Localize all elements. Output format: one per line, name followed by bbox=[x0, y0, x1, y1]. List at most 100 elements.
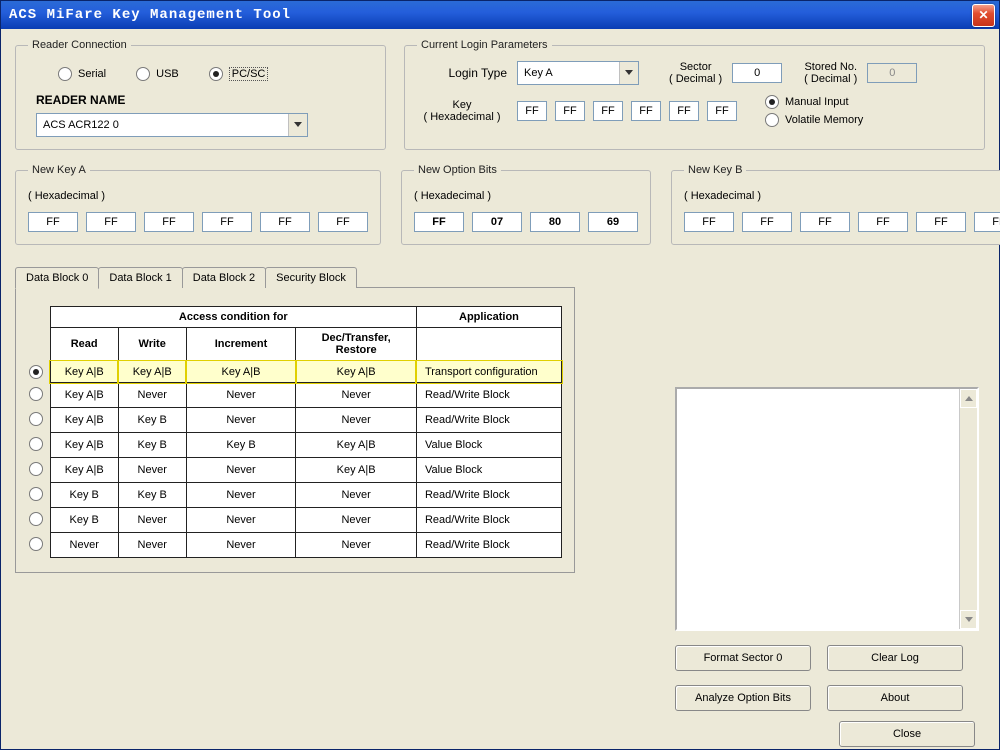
login-key-bytes bbox=[517, 101, 737, 121]
tab-data-block-0[interactable]: Data Block 0 bbox=[15, 267, 99, 289]
tab-panel: Access condition for Application Read Wr… bbox=[15, 287, 575, 573]
nob-1[interactable] bbox=[472, 212, 522, 232]
nka-4[interactable] bbox=[260, 212, 310, 232]
access-cell: Never bbox=[296, 383, 417, 408]
access-row: Key A|BKey A|BKey A|BKey A|BTransport co… bbox=[28, 361, 562, 383]
tab-data-block-1[interactable]: Data Block 1 bbox=[98, 267, 182, 288]
access-cell: Key B bbox=[118, 408, 186, 433]
chevron-down-icon bbox=[619, 62, 638, 84]
access-cell: Key B bbox=[50, 508, 118, 533]
nkb-3[interactable] bbox=[858, 212, 908, 232]
reader-name-label: READER NAME bbox=[36, 93, 373, 107]
radio-manual-input[interactable]: Manual Input bbox=[765, 95, 863, 109]
access-cell: Value Block bbox=[416, 433, 561, 458]
new-key-b-group: New Key B ( Hexadecimal ) bbox=[671, 164, 1000, 245]
window-close-button[interactable]: ✕ bbox=[972, 4, 995, 27]
access-cell: Key B bbox=[186, 433, 296, 458]
reader-name-combo[interactable]: ACS ACR122 0 bbox=[36, 113, 308, 137]
tab-security-block[interactable]: Security Block bbox=[265, 267, 357, 288]
access-row: Key A|BKey BNeverNeverRead/Write Block bbox=[28, 408, 562, 433]
access-cell: Never bbox=[186, 508, 296, 533]
nob-2[interactable] bbox=[530, 212, 580, 232]
analyze-option-bits-button[interactable]: Analyze Option Bits bbox=[675, 685, 811, 711]
access-cell: Key B bbox=[50, 483, 118, 508]
access-row-radio[interactable] bbox=[28, 508, 50, 533]
access-cell: Key A|B bbox=[50, 458, 118, 483]
key-byte-5[interactable] bbox=[707, 101, 737, 121]
access-row: Key A|BNeverNeverNeverRead/Write Block bbox=[28, 383, 562, 408]
access-cell: Never bbox=[186, 533, 296, 558]
scrollbar[interactable] bbox=[959, 389, 977, 629]
access-cell: Never bbox=[118, 533, 186, 558]
key-byte-0[interactable] bbox=[517, 101, 547, 121]
reader-connection-group: Reader Connection Serial USB PC/SC READE… bbox=[15, 39, 386, 150]
access-row-radio[interactable] bbox=[28, 483, 50, 508]
access-cell: Key B bbox=[118, 433, 186, 458]
nkb-1[interactable] bbox=[742, 212, 792, 232]
access-cell: Key A|B bbox=[296, 361, 417, 383]
access-cell: Never bbox=[118, 508, 186, 533]
access-cell: Key A|B bbox=[186, 361, 296, 383]
scroll-down-icon[interactable] bbox=[960, 610, 977, 629]
format-sector-button[interactable]: Format Sector 0 bbox=[675, 645, 811, 671]
access-cell: Read/Write Block bbox=[416, 408, 561, 433]
access-cell: Read/Write Block bbox=[416, 383, 561, 408]
access-cell: Read/Write Block bbox=[416, 533, 561, 558]
client-area: Reader Connection Serial USB PC/SC READE… bbox=[1, 29, 999, 749]
titlebar: ACS MiFare Key Management Tool ✕ bbox=[1, 1, 999, 29]
scroll-up-icon[interactable] bbox=[960, 389, 977, 408]
access-row: Key BKey BNeverNeverRead/Write Block bbox=[28, 483, 562, 508]
nkb-4[interactable] bbox=[916, 212, 966, 232]
close-icon: ✕ bbox=[978, 8, 988, 22]
nkb-2[interactable] bbox=[800, 212, 850, 232]
app-window: ACS MiFare Key Management Tool ✕ Reader … bbox=[0, 0, 1000, 750]
key-byte-3[interactable] bbox=[631, 101, 661, 121]
sector-input[interactable] bbox=[732, 63, 782, 83]
radio-volatile-memory[interactable]: Volatile Memory bbox=[765, 113, 863, 127]
new-key-a-group: New Key A ( Hexadecimal ) bbox=[15, 164, 381, 245]
reader-legend: Reader Connection bbox=[28, 39, 131, 51]
access-cell: Never bbox=[50, 533, 118, 558]
access-cell: Key A|B bbox=[50, 383, 118, 408]
log-textarea[interactable] bbox=[675, 387, 979, 631]
about-button[interactable]: About bbox=[827, 685, 963, 711]
nob-0[interactable] bbox=[414, 212, 464, 232]
nob-3[interactable] bbox=[588, 212, 638, 232]
nka-5[interactable] bbox=[318, 212, 368, 232]
nka-1[interactable] bbox=[86, 212, 136, 232]
access-cell: Key A|B bbox=[296, 433, 417, 458]
radio-usb[interactable]: USB bbox=[136, 67, 179, 81]
close-button[interactable]: Close bbox=[839, 721, 975, 747]
tabstrip: Data Block 0 Data Block 1 Data Block 2 S… bbox=[15, 267, 985, 288]
nka-2[interactable] bbox=[144, 212, 194, 232]
access-cell: Never bbox=[186, 458, 296, 483]
key-byte-4[interactable] bbox=[669, 101, 699, 121]
nkb-0[interactable] bbox=[684, 212, 734, 232]
tab-data-block-2[interactable]: Data Block 2 bbox=[182, 267, 266, 288]
access-cell: Key A|B bbox=[50, 433, 118, 458]
key-byte-1[interactable] bbox=[555, 101, 585, 121]
access-cell: Never bbox=[296, 533, 417, 558]
access-row: Key A|BKey BKey BKey A|BValue Block bbox=[28, 433, 562, 458]
access-cell: Read/Write Block bbox=[416, 508, 561, 533]
radio-serial[interactable]: Serial bbox=[58, 67, 106, 81]
access-row-radio[interactable] bbox=[28, 383, 50, 408]
access-cell: Key B bbox=[118, 483, 186, 508]
access-row-radio[interactable] bbox=[28, 533, 50, 558]
nka-3[interactable] bbox=[202, 212, 252, 232]
access-cell: Never bbox=[296, 508, 417, 533]
clear-log-button[interactable]: Clear Log bbox=[827, 645, 963, 671]
access-row-radio[interactable] bbox=[28, 433, 50, 458]
access-row-radio[interactable] bbox=[28, 458, 50, 483]
access-cell: Never bbox=[296, 408, 417, 433]
radio-pcsc[interactable]: PC/SC bbox=[209, 67, 269, 81]
nka-0[interactable] bbox=[28, 212, 78, 232]
login-type-combo[interactable]: Key A bbox=[517, 61, 639, 85]
chevron-down-icon bbox=[288, 114, 307, 136]
key-byte-2[interactable] bbox=[593, 101, 623, 121]
access-row-radio[interactable] bbox=[28, 408, 50, 433]
access-row-radio[interactable] bbox=[28, 361, 50, 383]
access-cell: Transport configuration bbox=[416, 361, 561, 383]
nkb-5[interactable] bbox=[974, 212, 1000, 232]
new-option-bits-group: New Option Bits ( Hexadecimal ) bbox=[401, 164, 651, 245]
